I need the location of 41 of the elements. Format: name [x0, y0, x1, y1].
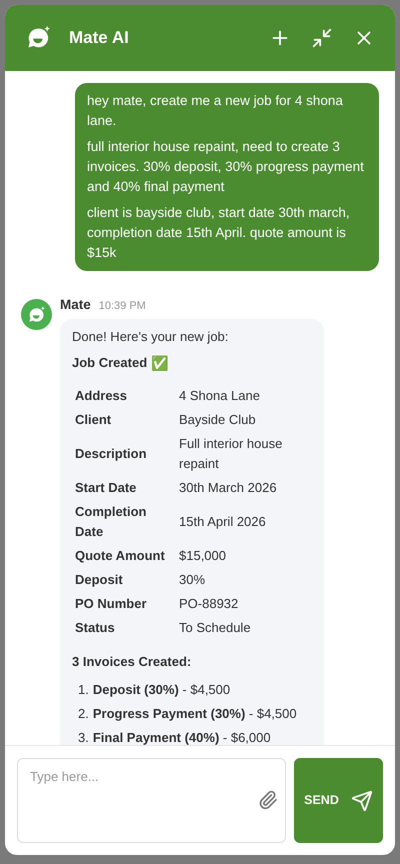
field-label: Completion Date: [75, 503, 148, 542]
field-label: Start Date: [75, 479, 138, 498]
invoice-item: Final Payment (40%) - $6,000: [92, 728, 271, 745]
window-title: Mate AI: [69, 27, 129, 50]
invoice-item: Deposit (30%) - $4,500: [92, 680, 230, 699]
message-text: client is bayside club, start date 30th march, completion date 15th April. quote amount is $15k: [87, 204, 351, 262]
send-button[interactable]: SEND: [294, 758, 383, 843]
list-number: 3.: [78, 728, 89, 745]
field-label: Quote Amount: [75, 544, 179, 568]
field-value: PO-88932: [179, 595, 240, 614]
field-value: Bayside Club: [179, 411, 257, 430]
list-number: 2.: [78, 704, 89, 723]
field-label: Address: [75, 384, 179, 408]
message-time: 10:39 PM: [98, 299, 146, 314]
field-label: PO Number: [75, 595, 148, 614]
chat-logo-icon: [26, 304, 46, 324]
field-value: 30th March 2026: [179, 479, 278, 498]
field-label: Description: [75, 445, 148, 464]
field-value: Full interior house repaint: [179, 435, 284, 474]
field-label: Client: [75, 411, 112, 430]
send-icon: [350, 790, 373, 812]
message-input-field[interactable]: Type here...: [17, 758, 286, 843]
field-value: 30%: [179, 571, 206, 590]
paperclip-icon[interactable]: [258, 790, 278, 810]
section-heading: Job Created: [72, 354, 148, 372]
sender-name: Mate: [60, 296, 91, 314]
section-heading: 3 Invoices Created:: [72, 653, 192, 672]
field-value: To Schedule: [179, 619, 252, 638]
message-text: full interior house repaint, need to create 3 invoices. 30% deposit, 30% progress payment and 40% final payment: [87, 138, 365, 196]
check-emoji-icon: ✅: [151, 354, 168, 370]
field-label: Status: [75, 616, 179, 640]
invoice-item: Progress Payment (30%) - $4,500: [92, 704, 297, 723]
field-value: $15,000: [179, 547, 227, 566]
field-value: 15th April 2026: [179, 513, 267, 532]
field-value: 4 Shona Lane: [179, 387, 261, 406]
message-text: Done! Here's your new job:: [72, 328, 230, 346]
minimize-button[interactable]: [311, 27, 333, 49]
field-label: Deposit: [75, 571, 124, 590]
minimize-icon: [311, 27, 333, 49]
message-text: hey mate, create me a new job for 4 shona lane.: [87, 92, 344, 130]
list-number: 1.: [78, 680, 89, 699]
